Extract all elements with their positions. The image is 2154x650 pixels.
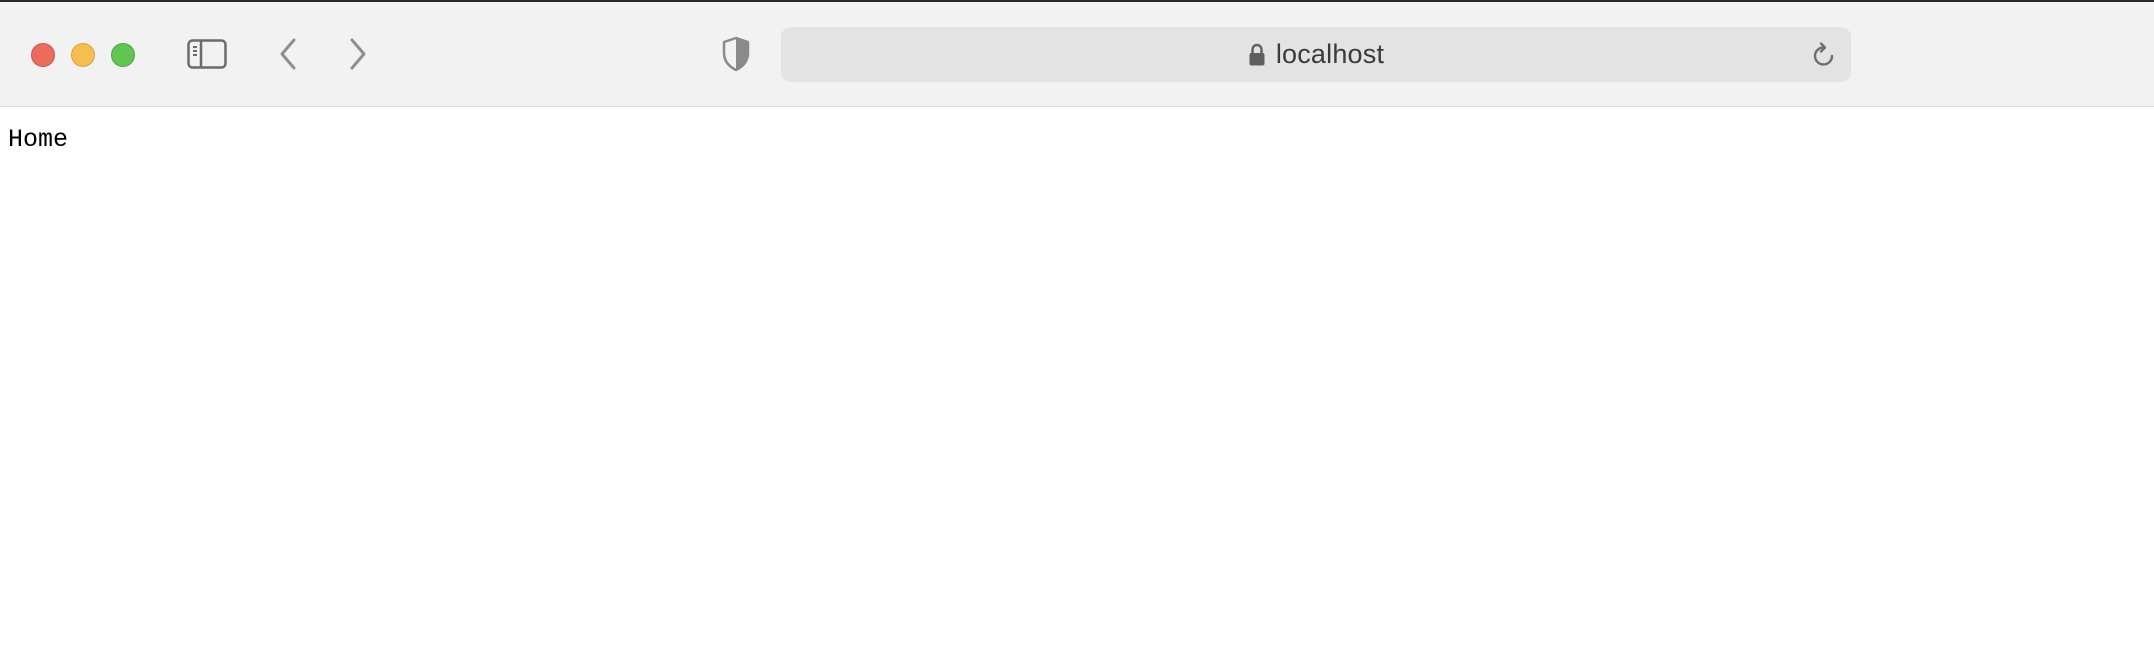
home-link[interactable]: Home — [8, 125, 68, 154]
back-chevron-icon — [280, 38, 296, 70]
reload-icon — [1813, 42, 1834, 66]
minimize-window-button[interactable] — [71, 43, 95, 67]
sidebar-toggle-button[interactable] — [186, 34, 228, 74]
close-window-button[interactable] — [31, 43, 55, 67]
shield-icon — [722, 36, 750, 72]
maximize-window-button[interactable] — [111, 43, 135, 67]
sidebar-icon — [187, 39, 227, 69]
url-text: localhost — [1275, 39, 1385, 69]
forward-button[interactable] — [342, 34, 374, 74]
forward-chevron-icon — [350, 38, 366, 70]
reload-button[interactable] — [1809, 40, 1839, 70]
browser-window: localhost Home — [0, 0, 2154, 650]
back-button[interactable] — [272, 34, 304, 74]
address-bar[interactable]: localhost — [781, 27, 1851, 82]
lock-icon — [1249, 43, 1265, 65]
address-bar-content: localhost — [781, 27, 1851, 82]
privacy-report-button[interactable] — [716, 34, 756, 74]
browser-toolbar: localhost — [0, 2, 2154, 107]
page-content: Home — [0, 107, 2154, 650]
